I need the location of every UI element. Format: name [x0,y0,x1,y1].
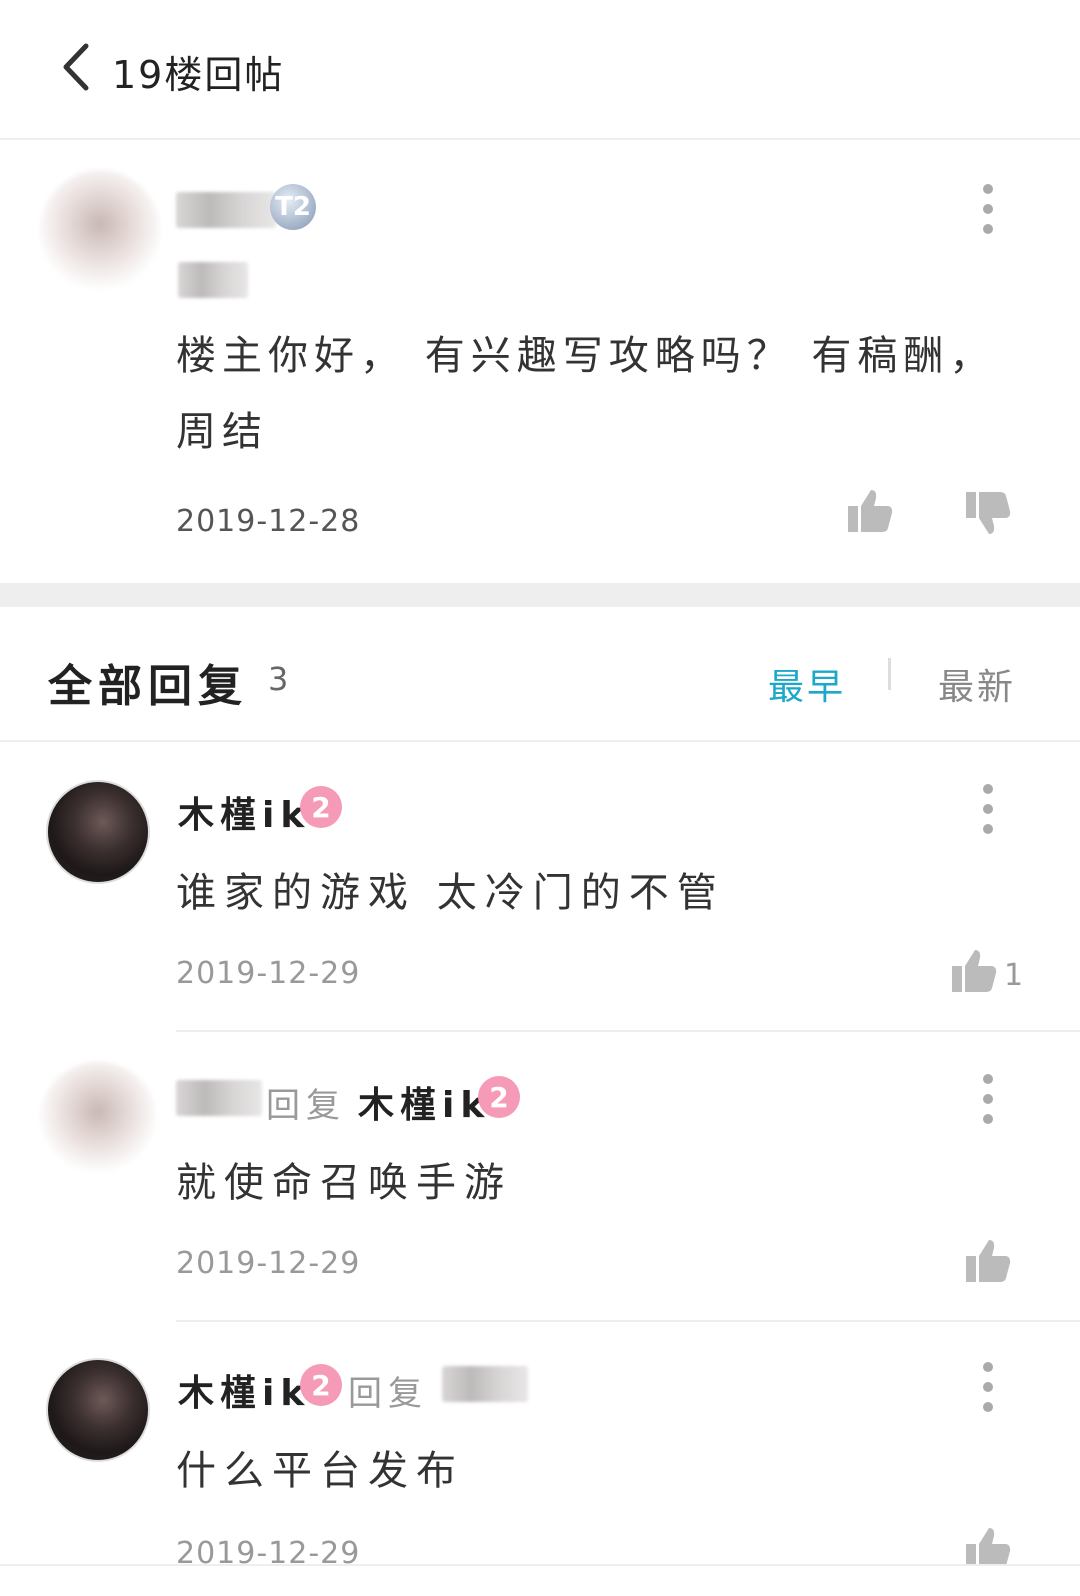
thumb-up-icon[interactable] [964,1524,1012,1564]
section-divider [0,583,1080,607]
more-icon[interactable] [973,1362,1003,1412]
sort-divider [888,658,891,690]
divider [176,1320,1080,1322]
blurred-username[interactable] [176,192,276,228]
avatar[interactable] [46,1358,150,1462]
blurred-subtext [178,262,248,298]
back-arrow-icon[interactable] [58,40,108,100]
level-badge: T2 [270,184,316,230]
blurred-username[interactable] [442,1366,528,1402]
bottom-edge [0,1564,1080,1596]
more-icon[interactable] [973,1074,1003,1124]
reply-text: 谁家的游戏 太冷门的不管 [176,870,725,916]
post-date: 2019-12-28 [176,504,361,539]
like-count: 1 [1004,958,1024,993]
reply-label: 回复 [348,1374,428,1414]
reply-label: 回复 [266,1086,346,1126]
more-icon[interactable] [973,784,1003,834]
thumb-up-icon[interactable] [950,946,998,998]
reply-date: 2019-12-29 [176,1246,361,1281]
sort-earliest-tab[interactable]: 最早 [768,658,846,710]
sort-newest-tab[interactable]: 最新 [938,658,1016,710]
replies-count: 3 [268,660,289,698]
level-badge: 2 [300,786,342,828]
reply-username[interactable]: 木槿ik [178,786,310,838]
replies-title: 全部回复 [48,661,248,712]
level-badge: 2 [478,1076,520,1118]
page-title: 19楼回帖 [112,53,285,97]
post-text-line2: 周结 [176,409,268,455]
thumb-up-icon[interactable] [964,1236,1012,1288]
reply-text: 就使命召唤手游 [176,1160,512,1206]
more-icon[interactable] [973,184,1003,234]
thumb-up-icon[interactable] [846,486,894,538]
divider [176,1030,1080,1032]
divider [0,740,1080,742]
reply-text: 什么平台发布 [176,1448,464,1494]
avatar[interactable] [46,780,150,884]
reply-target-username[interactable]: 木槿ik [358,1076,490,1128]
reply-date: 2019-12-29 [176,1536,361,1564]
reply-username[interactable]: 木槿ik [178,1364,310,1416]
avatar[interactable] [40,1062,156,1172]
blurred-username[interactable] [176,1080,262,1116]
thumb-down-icon[interactable] [964,490,1012,542]
reply-date: 2019-12-29 [176,956,361,991]
level-badge: 2 [300,1364,342,1406]
post-text-line1: 楼主你好， 有兴趣写攻略吗？ 有稿酬， [176,333,996,379]
avatar[interactable] [40,170,160,290]
